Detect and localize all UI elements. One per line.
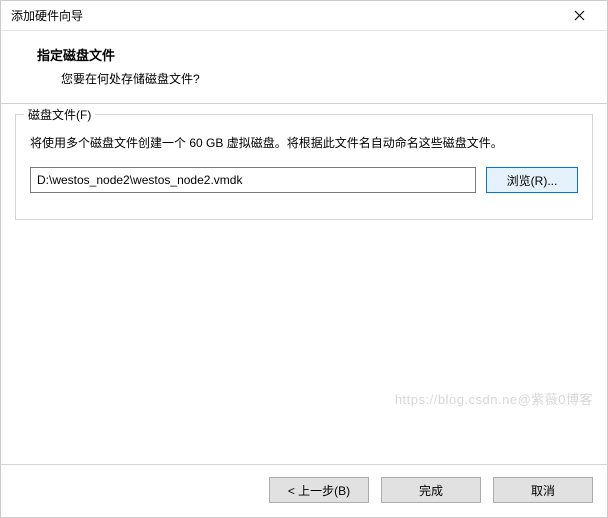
- page-title: 指定磁盘文件: [37, 45, 593, 64]
- disk-file-group: 磁盘文件(F) 将使用多个磁盘文件创建一个 60 GB 虚拟磁盘。将根据此文件名…: [15, 114, 593, 220]
- wizard-window: 添加硬件向导 指定磁盘文件 您要在何处存储磁盘文件? 磁盘文件(F) 将使用多个…: [0, 0, 608, 518]
- content-area: 磁盘文件(F) 将使用多个磁盘文件创建一个 60 GB 虚拟磁盘。将根据此文件名…: [1, 104, 607, 464]
- window-title: 添加硬件向导: [11, 7, 559, 24]
- disk-path-input[interactable]: D:\westos_node2\westos_node2.vmdk: [30, 167, 476, 193]
- finish-button[interactable]: 完成: [381, 477, 481, 503]
- titlebar: 添加硬件向导: [1, 1, 607, 31]
- cancel-button[interactable]: 取消: [493, 477, 593, 503]
- wizard-header: 指定磁盘文件 您要在何处存储磁盘文件?: [1, 31, 607, 99]
- close-icon[interactable]: [559, 2, 599, 30]
- page-subtitle: 您要在何处存储磁盘文件?: [61, 70, 593, 87]
- group-legend: 磁盘文件(F): [24, 106, 95, 123]
- path-row: D:\westos_node2\westos_node2.vmdk 浏览(R).…: [30, 167, 578, 193]
- back-button[interactable]: < 上一步(B): [269, 477, 369, 503]
- watermark-text: https://blog.csdn.ne@紫薇0博客: [395, 389, 593, 408]
- group-description: 将使用多个磁盘文件创建一个 60 GB 虚拟磁盘。将根据此文件名自动命名这些磁盘…: [30, 133, 578, 153]
- browse-button[interactable]: 浏览(R)...: [486, 167, 578, 193]
- wizard-footer: < 上一步(B) 完成 取消: [1, 464, 607, 517]
